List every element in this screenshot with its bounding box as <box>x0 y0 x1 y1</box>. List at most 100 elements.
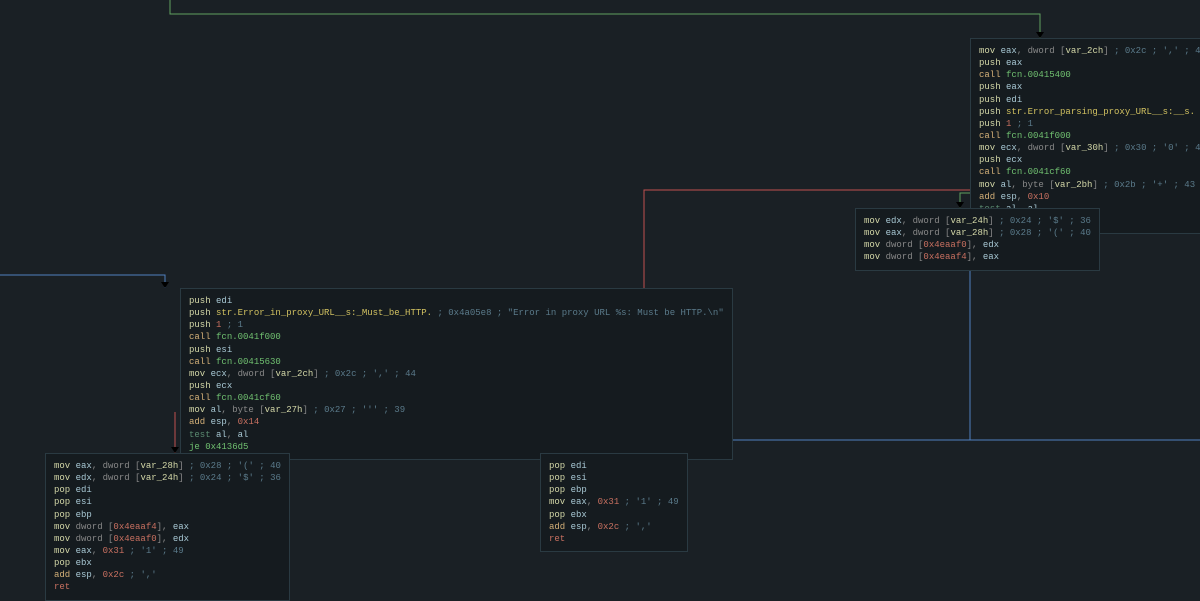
token-mnemonic: mov <box>979 46 1001 56</box>
token-punc: dword <box>886 252 918 262</box>
token-str: str.Error_in_proxy_URL__s:_Must_be_HTTP. <box>216 308 432 318</box>
token-ret: ret <box>54 582 70 592</box>
asm-line: mov dword [0x4eaaf0], edx <box>54 533 281 545</box>
token-reg: esp <box>211 417 227 427</box>
token-reg: edi <box>216 296 232 306</box>
token-num: 0x4eaaf0 <box>113 534 156 544</box>
token-mnemonic: pop <box>54 510 76 520</box>
token-punc: ] <box>1103 143 1108 153</box>
token-reg: edi <box>571 461 587 471</box>
token-punc: , <box>227 430 238 440</box>
token-punc: , <box>92 570 103 580</box>
asm-line: mov al, byte [var_27h] ; 0x27 ; ''' ; 39 <box>189 404 724 416</box>
token-punc: , <box>1017 143 1028 153</box>
asm-line: mov eax, 0x31 ; '1' ; 49 <box>54 545 281 557</box>
token-mnemonic: mov <box>54 461 76 471</box>
token-mnemonic: push <box>189 345 216 355</box>
token-reg: esi <box>216 345 232 355</box>
token-str: str.Error_parsing_proxy_URL__s:__s. <box>1006 107 1195 117</box>
token-mnemonic: pop <box>54 485 76 495</box>
token-fcn: fcn.00415400 <box>1006 70 1071 80</box>
token-reg: eax <box>76 546 92 556</box>
token-call: call <box>979 131 1006 141</box>
asm-line: call fcn.00415400 <box>979 69 1200 81</box>
token-fcn: fcn.0041cf60 <box>1006 167 1071 177</box>
cfg-node-midLeft[interactable]: push edipush str.Error_in_proxy_URL__s:_… <box>180 288 733 460</box>
asm-line: pop ebp <box>549 484 679 496</box>
token-mnemonic: mov <box>864 252 886 262</box>
token-reg: eax <box>76 461 92 471</box>
asm-line: pop ebx <box>54 557 281 569</box>
token-reg: edi <box>1006 95 1022 105</box>
token-punc: ] <box>1103 46 1108 56</box>
token-punc: dword <box>103 461 135 471</box>
token-punc: ], <box>157 522 173 532</box>
token-punc: ] <box>988 228 993 238</box>
token-punc: dword <box>913 216 945 226</box>
token-mnemonic: mov <box>54 522 76 532</box>
token-mnemonic: push <box>189 296 216 306</box>
token-mnemonic: push <box>979 82 1006 92</box>
token-punc: , <box>221 405 232 415</box>
token-reg: eax <box>173 522 189 532</box>
asm-line: test al, al <box>189 429 724 441</box>
token-punc: ] <box>988 216 993 226</box>
token-add: add <box>549 522 571 532</box>
token-mnemonic: pop <box>549 485 571 495</box>
comment: ; 1 <box>227 320 243 330</box>
token-add: add <box>979 192 1001 202</box>
token-mnemonic: pop <box>54 497 76 507</box>
token-reg: eax <box>1001 46 1017 56</box>
token-mnemonic: mov <box>864 228 886 238</box>
asm-line: mov dword [0x4eaaf4], eax <box>54 521 281 533</box>
token-reg: al <box>216 430 227 440</box>
token-punc: byte <box>232 405 259 415</box>
token-mnemonic: push <box>979 119 1006 129</box>
cfg-node-right2[interactable]: mov edx, dword [var_24h] ; 0x24 ; '$' ; … <box>855 208 1100 271</box>
asm-line: mov edx, dword [var_24h] ; 0x24 ; '$' ; … <box>864 215 1091 227</box>
token-reg: ecx <box>216 381 232 391</box>
token-punc: , <box>902 228 913 238</box>
token-reg: eax <box>1006 58 1022 68</box>
cfg-node-botLeft[interactable]: mov eax, dword [var_28h] ; 0x28 ; '(' ; … <box>45 453 290 601</box>
token-var: var_28h <box>950 228 988 238</box>
token-punc: dword <box>238 369 270 379</box>
token-reg: ebp <box>571 485 587 495</box>
token-reg: ecx <box>1001 143 1017 153</box>
token-punc: , <box>587 522 598 532</box>
token-mnemonic: mov <box>189 405 211 415</box>
token-mnemonic: mov <box>979 180 1001 190</box>
token-num: 0x31 <box>598 497 620 507</box>
token-punc: dword <box>886 240 918 250</box>
comment: ; 0x2b ; '+' ; 43 <box>1103 180 1195 190</box>
cfg-node-botMid[interactable]: pop edipop esipop ebpmov eax, 0x31 ; '1'… <box>540 453 688 552</box>
asm-line: push ecx <box>979 154 1200 166</box>
token-reg: eax <box>886 228 902 238</box>
token-punc: , <box>587 497 598 507</box>
asm-line: mov al, byte [var_2bh] ; 0x2b ; '+' ; 43 <box>979 179 1200 191</box>
token-punc: , <box>227 417 238 427</box>
token-reg: ecx <box>1006 155 1022 165</box>
asm-line: mov ecx, dword [var_2ch] ; 0x2c ; ',' ; … <box>189 368 724 380</box>
token-fcn: fcn.0041f000 <box>1006 131 1071 141</box>
token-fcn: fcn.0041f000 <box>216 332 281 342</box>
asm-line: push str.Error_in_proxy_URL__s:_Must_be_… <box>189 307 724 319</box>
token-mnemonic: mov <box>189 369 211 379</box>
token-num: 0x2c <box>103 570 125 580</box>
token-var: var_2ch <box>1065 46 1103 56</box>
token-call: call <box>189 393 216 403</box>
token-reg: eax <box>983 252 999 262</box>
token-punc: , <box>1017 46 1028 56</box>
comment: ; 0x24 ; '$' ; 36 <box>999 216 1091 226</box>
token-mnemonic: mov <box>54 473 76 483</box>
token-reg: eax <box>1006 82 1022 92</box>
token-punc: ], <box>967 240 983 250</box>
token-reg: al <box>1001 180 1012 190</box>
token-fcn: fcn.0041cf60 <box>216 393 281 403</box>
token-call: call <box>979 70 1006 80</box>
cfg-node-topRight[interactable]: mov eax, dword [var_2ch] ; 0x2c ; ',' ; … <box>970 38 1200 234</box>
comment: ; 0x2c ; ',' ; 44 <box>1114 46 1200 56</box>
token-num: 0x31 <box>103 546 125 556</box>
asm-line: call fcn.0041f000 <box>189 331 724 343</box>
token-punc: dword <box>76 534 108 544</box>
